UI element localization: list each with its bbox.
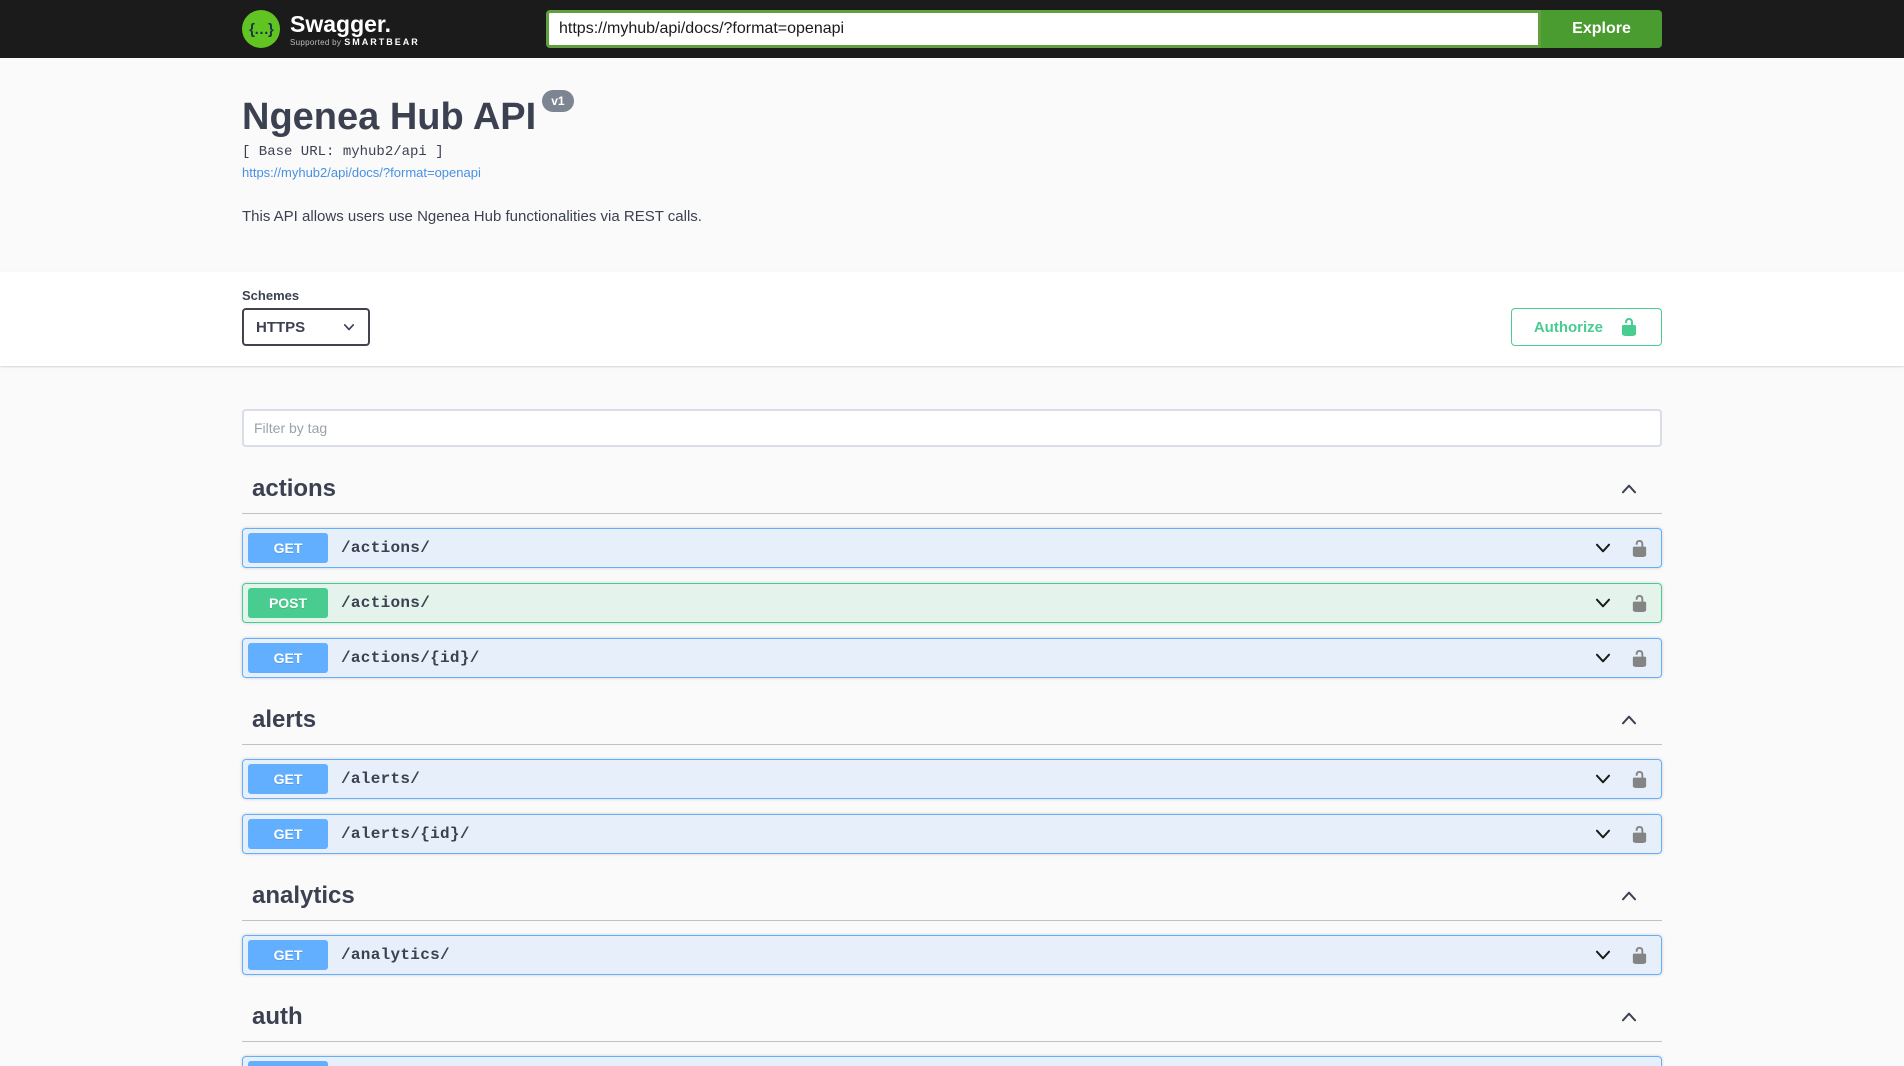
method-badge: GET [248, 533, 328, 563]
chevron-down-icon [1592, 768, 1614, 790]
operation-path: /actions/ [341, 539, 430, 557]
section-operations: GET /alerts/ GET /alerts/{id}/ [242, 759, 1662, 854]
unlock-icon [1630, 770, 1649, 789]
schemes-label: Schemes [242, 288, 370, 303]
tag-section: actions GET /actions/ POST /actions/ [242, 465, 1662, 678]
collapse-section-button[interactable] [1618, 709, 1652, 731]
method-badge: GET [248, 940, 328, 970]
collapse-section-button[interactable] [1618, 478, 1652, 500]
auth-lock-button[interactable] [1630, 594, 1649, 613]
expand-operation-button[interactable] [1592, 537, 1614, 559]
unlock-icon [1630, 539, 1649, 558]
chevron-down-icon [1592, 944, 1614, 966]
tag-sections: actions GET /actions/ POST /actions/ [242, 465, 1662, 1066]
chevron-up-icon [1618, 709, 1640, 731]
smartbear-brand: SMARTBEAR [344, 37, 420, 47]
expand-operation-button[interactable] [1592, 592, 1614, 614]
spec-url-form: Explore [546, 10, 1662, 48]
chevron-up-icon [1618, 1006, 1640, 1028]
method-badge: POST [248, 588, 328, 618]
chevron-up-icon [1618, 885, 1640, 907]
operation-path: /alerts/ [341, 770, 420, 788]
version-badge: v1 [542, 90, 573, 112]
chevron-down-icon [1592, 592, 1614, 614]
tag-header[interactable]: analytics [242, 872, 1662, 921]
unlock-icon [1630, 649, 1649, 668]
operation-row[interactable]: POST /actions/ [242, 583, 1662, 623]
spec-link[interactable]: https://myhub2/api/docs/?format=openapi [242, 165, 481, 180]
unlock-icon [1630, 946, 1649, 965]
tag-section: alerts GET /alerts/ GET /alerts/{id}/ [242, 696, 1662, 854]
auth-lock-button[interactable] [1630, 825, 1649, 844]
page-title: Ngenea Hub API [242, 96, 536, 138]
spec-url-input[interactable] [546, 10, 1541, 48]
section-title: auth [252, 1003, 303, 1031]
api-description: This API allows users use Ngenea Hub fun… [242, 208, 1662, 225]
info-section: Ngenea Hub API v1 [ Base URL: myhub2/api … [0, 58, 1904, 272]
operation-row[interactable]: GET /actions/{id}/ [242, 638, 1662, 678]
explore-button[interactable]: Explore [1541, 10, 1662, 48]
operation-path: /analytics/ [341, 946, 450, 964]
scheme-container: Schemes HTTPS Authorize [0, 272, 1904, 366]
chevron-down-icon [1592, 647, 1614, 669]
authorize-label: Authorize [1534, 319, 1603, 336]
operation-row[interactable]: GET /analytics/ [242, 935, 1662, 975]
filter-input[interactable] [242, 409, 1662, 447]
schemes-group: Schemes HTTPS [242, 288, 370, 346]
expand-operation-button[interactable] [1592, 823, 1614, 845]
section-operations: GET /auth/clientkeys/ [242, 1056, 1662, 1066]
method-badge: GET [248, 643, 328, 673]
auth-lock-button[interactable] [1630, 649, 1649, 668]
tag-header[interactable]: auth [242, 993, 1662, 1042]
expand-operation-button[interactable] [1592, 647, 1614, 669]
collapse-section-button[interactable] [1618, 1006, 1652, 1028]
method-badge: GET [248, 819, 328, 849]
expand-operation-button[interactable] [1592, 768, 1614, 790]
unlock-icon [1619, 317, 1639, 337]
operation-path: /actions/{id}/ [341, 649, 480, 667]
operation-path: /actions/ [341, 594, 430, 612]
operation-path: /alerts/{id}/ [341, 825, 470, 843]
unlock-icon [1630, 594, 1649, 613]
auth-lock-button[interactable] [1630, 770, 1649, 789]
operation-row[interactable]: GET /auth/clientkeys/ [242, 1056, 1662, 1066]
unlock-icon [1630, 825, 1649, 844]
chevron-down-icon [1592, 823, 1614, 845]
chevron-down-icon [1592, 537, 1614, 559]
tag-header[interactable]: alerts [242, 696, 1662, 745]
operation-row[interactable]: GET /alerts/ [242, 759, 1662, 799]
scheme-select[interactable]: HTTPS [242, 308, 370, 346]
collapse-section-button[interactable] [1618, 885, 1652, 907]
swagger-logo: {…} Swagger. Supported bySMARTBEAR [242, 10, 420, 48]
auth-lock-button[interactable] [1630, 946, 1649, 965]
swagger-braces-icon: {…} [242, 10, 280, 48]
method-badge: GET [248, 1061, 328, 1066]
auth-lock-button[interactable] [1630, 539, 1649, 558]
section-operations: GET /analytics/ [242, 935, 1662, 975]
tag-header[interactable]: actions [242, 465, 1662, 514]
section-operations: GET /actions/ POST /actions/ GET /action… [242, 528, 1662, 678]
smartbear-tagline: Supported bySMARTBEAR [290, 37, 420, 47]
scheme-selected-value: HTTPS [256, 319, 305, 336]
tag-section: analytics GET /analytics/ [242, 872, 1662, 975]
section-title: alerts [252, 706, 316, 734]
topbar: {…} Swagger. Supported bySMARTBEAR Explo… [0, 0, 1904, 58]
chevron-down-icon [342, 320, 356, 334]
base-url: [ Base URL: myhub2/api ] [242, 144, 1662, 160]
swagger-wordmark: Swagger. [290, 12, 420, 36]
section-title: analytics [252, 882, 355, 910]
expand-operation-button[interactable] [1592, 944, 1614, 966]
method-badge: GET [248, 764, 328, 794]
operations-section: actions GET /actions/ POST /actions/ [0, 366, 1904, 1066]
operation-row[interactable]: GET /alerts/{id}/ [242, 814, 1662, 854]
section-title: actions [252, 475, 336, 503]
tag-section: auth GET /auth/clientkeys/ [242, 993, 1662, 1066]
authorize-button[interactable]: Authorize [1511, 308, 1662, 346]
operation-row[interactable]: GET /actions/ [242, 528, 1662, 568]
chevron-up-icon [1618, 478, 1640, 500]
